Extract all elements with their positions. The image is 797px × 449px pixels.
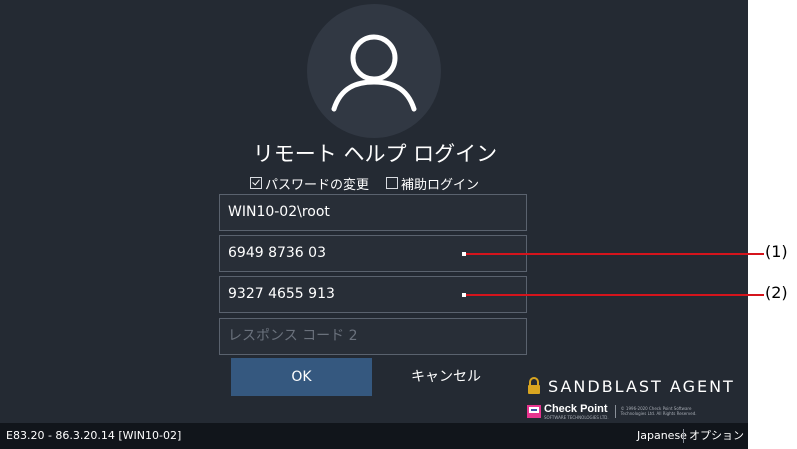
- response-code-2-field[interactable]: レスポンス コード 2: [219, 318, 527, 355]
- copyright-line-2: Technologies Ltd. All Rights Reserved.: [620, 411, 697, 416]
- options-button[interactable]: オプション: [689, 423, 744, 449]
- avatar: [307, 4, 441, 138]
- copyright-block: © 1996-2020 Check Point Software Technol…: [616, 406, 697, 416]
- user-icon: [331, 34, 417, 112]
- assisted-login-label[interactable]: 補助ログイン: [401, 174, 479, 193]
- page-title: リモート ヘルプ ログイン: [252, 142, 498, 166]
- assisted-login-checkbox[interactable]: [386, 177, 399, 189]
- login-options: パスワードの変更 補助ログイン: [250, 174, 496, 193]
- callout-line-1: [462, 252, 764, 256]
- check-point-logo-icon: [527, 404, 541, 418]
- check-point-logo: Check Point SOFTWARE TECHNOLOGIES LTD. ©…: [527, 403, 697, 420]
- change-password-label[interactable]: パスワードの変更: [265, 174, 369, 193]
- language-button[interactable]: Japanese: [637, 423, 687, 449]
- status-bar: E83.20 - 86.3.20.14 [WIN10-02] Japanese …: [0, 423, 748, 449]
- callout-label-2: (2): [765, 283, 788, 302]
- change-password-checkbox[interactable]: [250, 177, 262, 189]
- login-screen: リモート ヘルプ ログイン パスワードの変更 補助ログイン WIN10-02\r…: [0, 0, 748, 449]
- ok-button[interactable]: OK: [231, 358, 372, 396]
- padlock-icon: [528, 377, 540, 394]
- vendor-wordmark: Check Point SOFTWARE TECHNOLOGIES LTD.: [541, 403, 609, 420]
- status-divider: [683, 429, 684, 443]
- vendor-tagline: SOFTWARE TECHNOLOGIES LTD.: [544, 414, 609, 420]
- callout-label-1: (1): [765, 242, 788, 261]
- callout-line-2: [462, 293, 764, 297]
- product-name: SANDBLAST AGENT: [548, 376, 735, 396]
- sandblast-agent-logo: SANDBLAST AGENT: [527, 376, 735, 396]
- vendor-name: Check Point: [544, 402, 608, 415]
- cancel-button[interactable]: キャンセル: [398, 358, 494, 396]
- version-text: E83.20 - 86.3.20.14 [WIN10-02]: [6, 429, 182, 442]
- username-field[interactable]: WIN10-02\root: [219, 194, 527, 231]
